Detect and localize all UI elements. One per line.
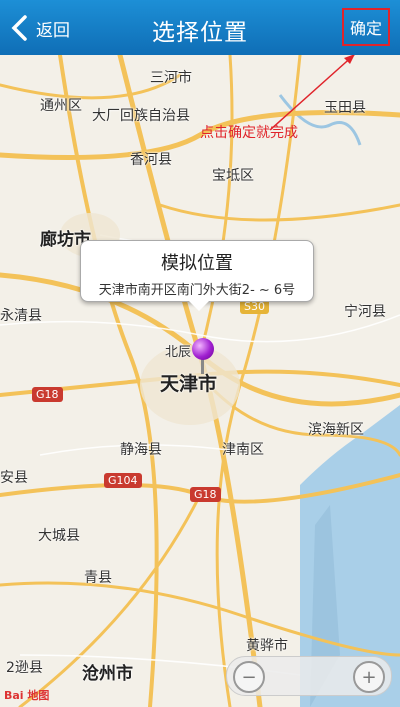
place-label: 三河市 [150,70,192,86]
place-label: 香河县 [130,152,172,168]
page-title: 选择位置 [152,20,248,46]
road-shield: G18 [32,387,63,402]
place-label: 津南区 [222,442,264,458]
annotation-arrow-icon [269,53,356,131]
callout-title: 模拟位置 [161,253,233,274]
place-label: 滨海新区 [308,422,364,438]
map-logo: Bai 地图 [4,689,50,702]
place-label: 静海县 [120,442,162,458]
place-label: 青县 [84,570,112,586]
place-label: 宝坻区 [212,168,254,184]
nav-bar: 返回 选择位置 确定 [0,0,400,55]
place-label: 大城县 [38,528,80,544]
place-label: 天津市 [160,373,218,395]
road-shield: G104 [104,473,142,488]
zoom-in-button[interactable]: + [353,661,385,693]
zoom-control: − + [226,656,392,696]
confirm-button[interactable]: 确定 [342,8,390,46]
place-label: 2逊县 [6,660,43,676]
place-label: 大厂回族自治县 [92,108,190,124]
place-label: 沧州市 [82,664,133,684]
place-label: 黄骅市 [246,638,288,654]
map-pin-icon[interactable] [192,338,214,360]
zoom-out-button[interactable]: − [233,661,265,693]
callout-address: 天津市南开区南门外大街2- ~ 6号 [98,283,296,298]
place-label: 宁河县 [344,304,386,320]
place-label: 通州区 [40,98,82,114]
place-label: 永清县 [0,308,42,324]
map-view[interactable]: 三河市 通州区 大厂回族自治县 玉田县 香河县 宝坻区 廊坊市 宁河县 永清县 … [0,55,400,707]
place-label: 安县 [0,470,28,486]
place-label: 北辰 [165,345,192,360]
road-shield: G18 [190,487,221,502]
location-callout[interactable]: 模拟位置 天津市南开区南门外大街2- ~ 6号 [80,240,314,311]
